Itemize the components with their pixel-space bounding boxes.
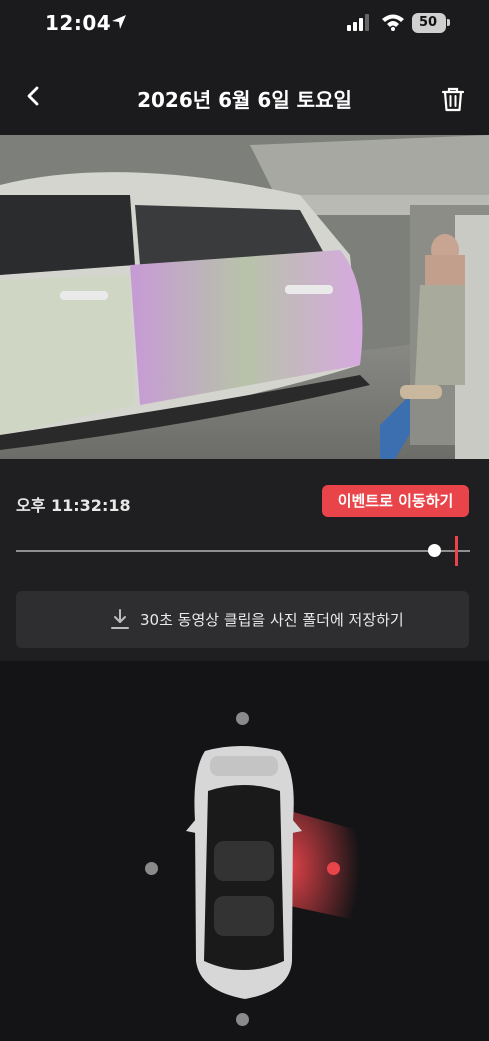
location-arrow-icon xyxy=(110,13,128,35)
video-frame xyxy=(0,135,489,459)
playback-controls: 오후 11:32:18 이벤트로 이동하기 30초 동영상 클립을 사진 폴더에… xyxy=(0,459,489,661)
camera-selector xyxy=(0,661,489,1041)
battery-icon: 50 xyxy=(412,13,450,33)
timeline-scrubber[interactable] xyxy=(16,536,470,566)
page-title: 2026년 6월 6일 토요일 xyxy=(137,88,352,112)
video-player[interactable] xyxy=(0,135,489,459)
scrubber-thumb[interactable] xyxy=(427,544,441,557)
save-clip-label: 30초 동영상 클립을 사진 폴더에 저장하기 xyxy=(140,611,404,629)
delete-button[interactable] xyxy=(440,86,466,112)
go-to-event-button[interactable]: 이벤트로 이동하기 xyxy=(322,485,469,517)
download-icon xyxy=(110,608,130,634)
trash-icon xyxy=(441,87,465,112)
cellular-signal-icon xyxy=(347,14,371,36)
status-bar: 12:04 50 xyxy=(0,0,489,50)
wifi-icon xyxy=(381,13,405,35)
camera-right-dot-active[interactable] xyxy=(327,862,340,875)
clip-timestamp: 오후 11:32:18 xyxy=(16,496,131,515)
battery-level: 50 xyxy=(418,15,438,30)
camera-field-of-view xyxy=(290,811,360,921)
scrubber-track xyxy=(16,550,470,552)
event-marker xyxy=(455,536,459,566)
car-top-view xyxy=(186,746,360,999)
nav-bar: 2026년 6월 6일 토요일 xyxy=(0,62,489,132)
save-clip-button[interactable]: 30초 동영상 클립을 사진 폴더에 저장하기 xyxy=(16,591,469,648)
status-time: 12:04 xyxy=(45,11,112,35)
